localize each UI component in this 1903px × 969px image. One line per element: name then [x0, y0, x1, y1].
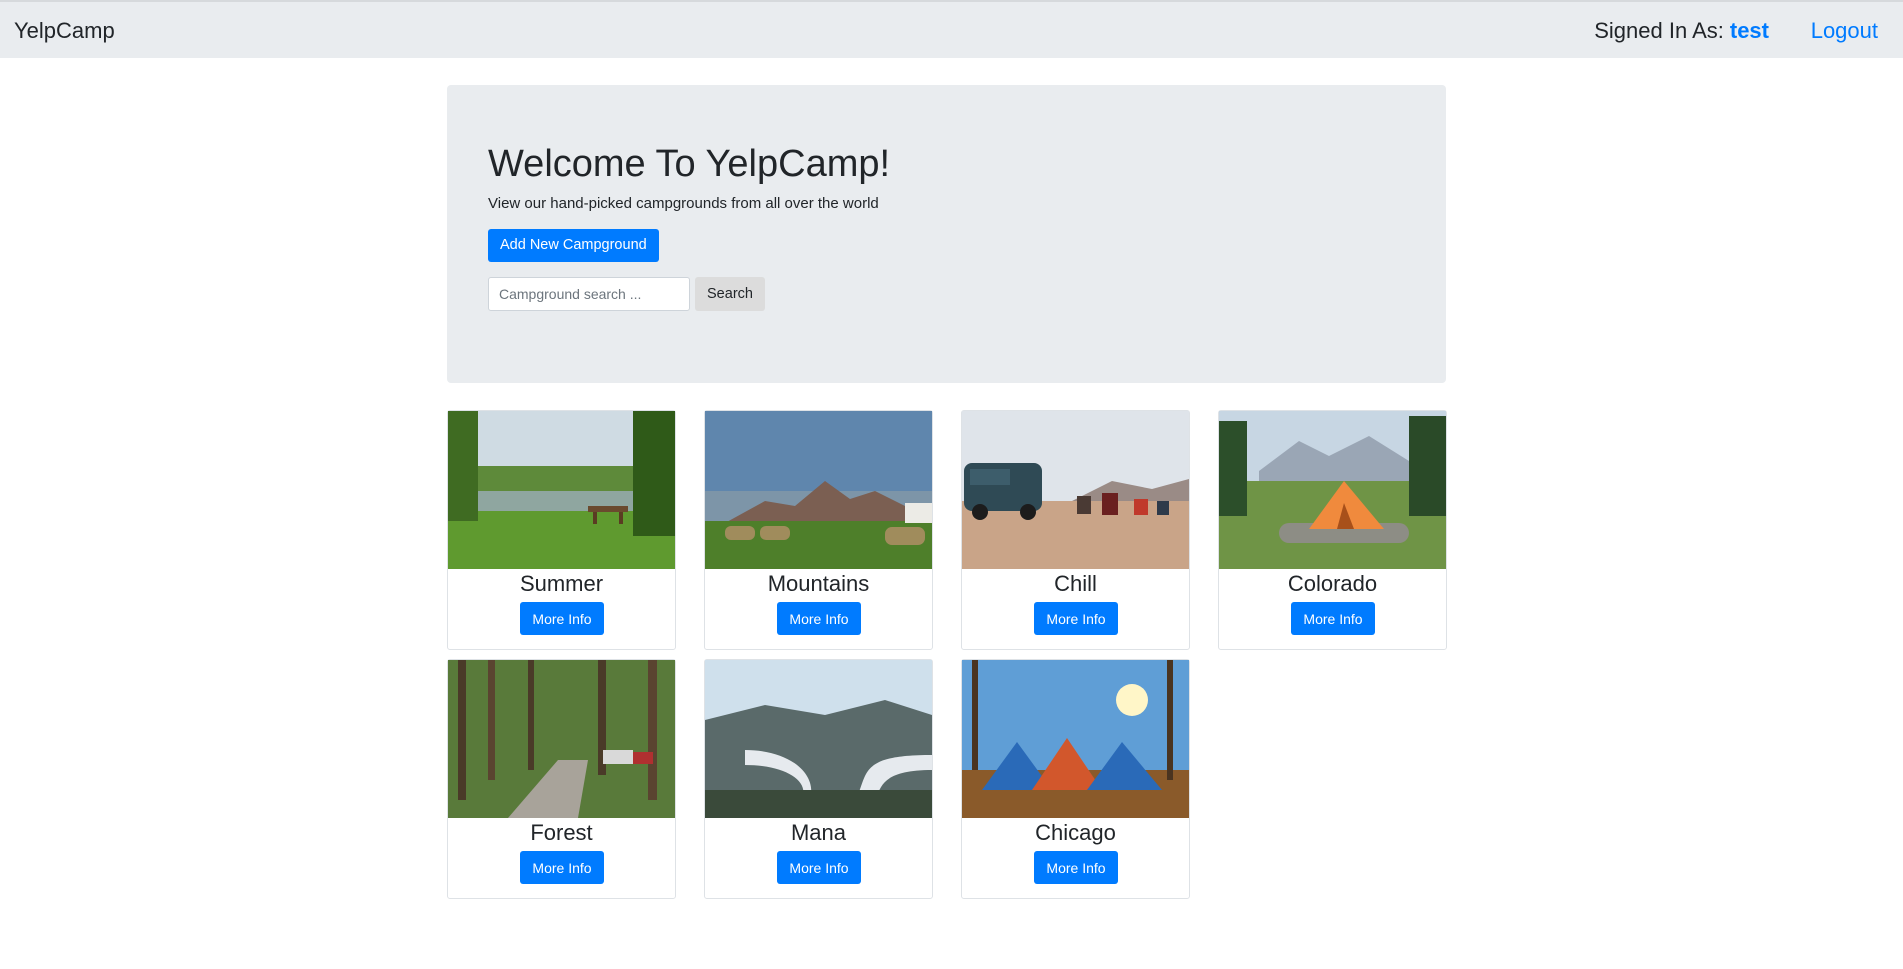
more-info-button[interactable]: More Info	[520, 602, 604, 635]
more-info-button[interactable]: More Info	[520, 851, 604, 884]
search-button[interactable]: Search	[695, 277, 765, 311]
signed-in-status: Signed In As: test	[1594, 18, 1769, 44]
more-info-button[interactable]: More Info	[777, 851, 861, 884]
more-info-button[interactable]: More Info	[1034, 851, 1118, 884]
campground-name: Mana	[790, 820, 847, 845]
campground-card-colorado: Colorado More Info	[1218, 410, 1447, 650]
campground-name: Mountains	[767, 571, 870, 596]
campground-image-mountains	[705, 411, 932, 569]
campground-image-forest	[448, 660, 675, 818]
hero-title: Welcome To YelpCamp!	[488, 143, 891, 185]
more-info-button[interactable]: More Info	[1034, 602, 1118, 635]
campground-card-chill: Chill More Info	[961, 410, 1190, 650]
campground-card-mountains: Mountains More Info	[704, 410, 933, 650]
campground-image-mana	[705, 660, 932, 818]
campground-card-forest: Forest More Info	[447, 659, 676, 899]
more-info-button[interactable]: More Info	[1291, 602, 1375, 635]
campground-image-summer	[448, 411, 675, 569]
username-link[interactable]: test	[1730, 18, 1769, 43]
campground-name: Colorado	[1287, 571, 1378, 596]
campground-name: Chicago	[1035, 820, 1116, 845]
navbar: YelpCamp Signed In As: test Logout	[0, 0, 1903, 58]
campground-image-chicago	[962, 660, 1189, 818]
hero-subtitle: View our hand-picked campgrounds from al…	[488, 195, 879, 212]
logout-link[interactable]: Logout	[1811, 18, 1878, 44]
campground-card-summer: Summer More Info	[447, 410, 676, 650]
campground-image-colorado	[1219, 411, 1446, 569]
campground-name: Chill	[1054, 571, 1097, 596]
campground-card-mana: Mana More Info	[704, 659, 933, 899]
more-info-button[interactable]: More Info	[777, 602, 861, 635]
campground-name: Forest	[530, 820, 593, 845]
hero-jumbotron: Welcome To YelpCamp! View our hand-picke…	[447, 85, 1446, 383]
add-campground-button[interactable]: Add New Campground	[488, 229, 659, 262]
campground-card-chicago: Chicago More Info	[961, 659, 1190, 899]
signed-in-label: Signed In As:	[1594, 18, 1724, 43]
campground-image-chill	[962, 411, 1189, 569]
campground-name: Summer	[519, 571, 604, 596]
campground-search-input[interactable]	[488, 277, 690, 311]
brand-link[interactable]: YelpCamp	[14, 18, 115, 44]
